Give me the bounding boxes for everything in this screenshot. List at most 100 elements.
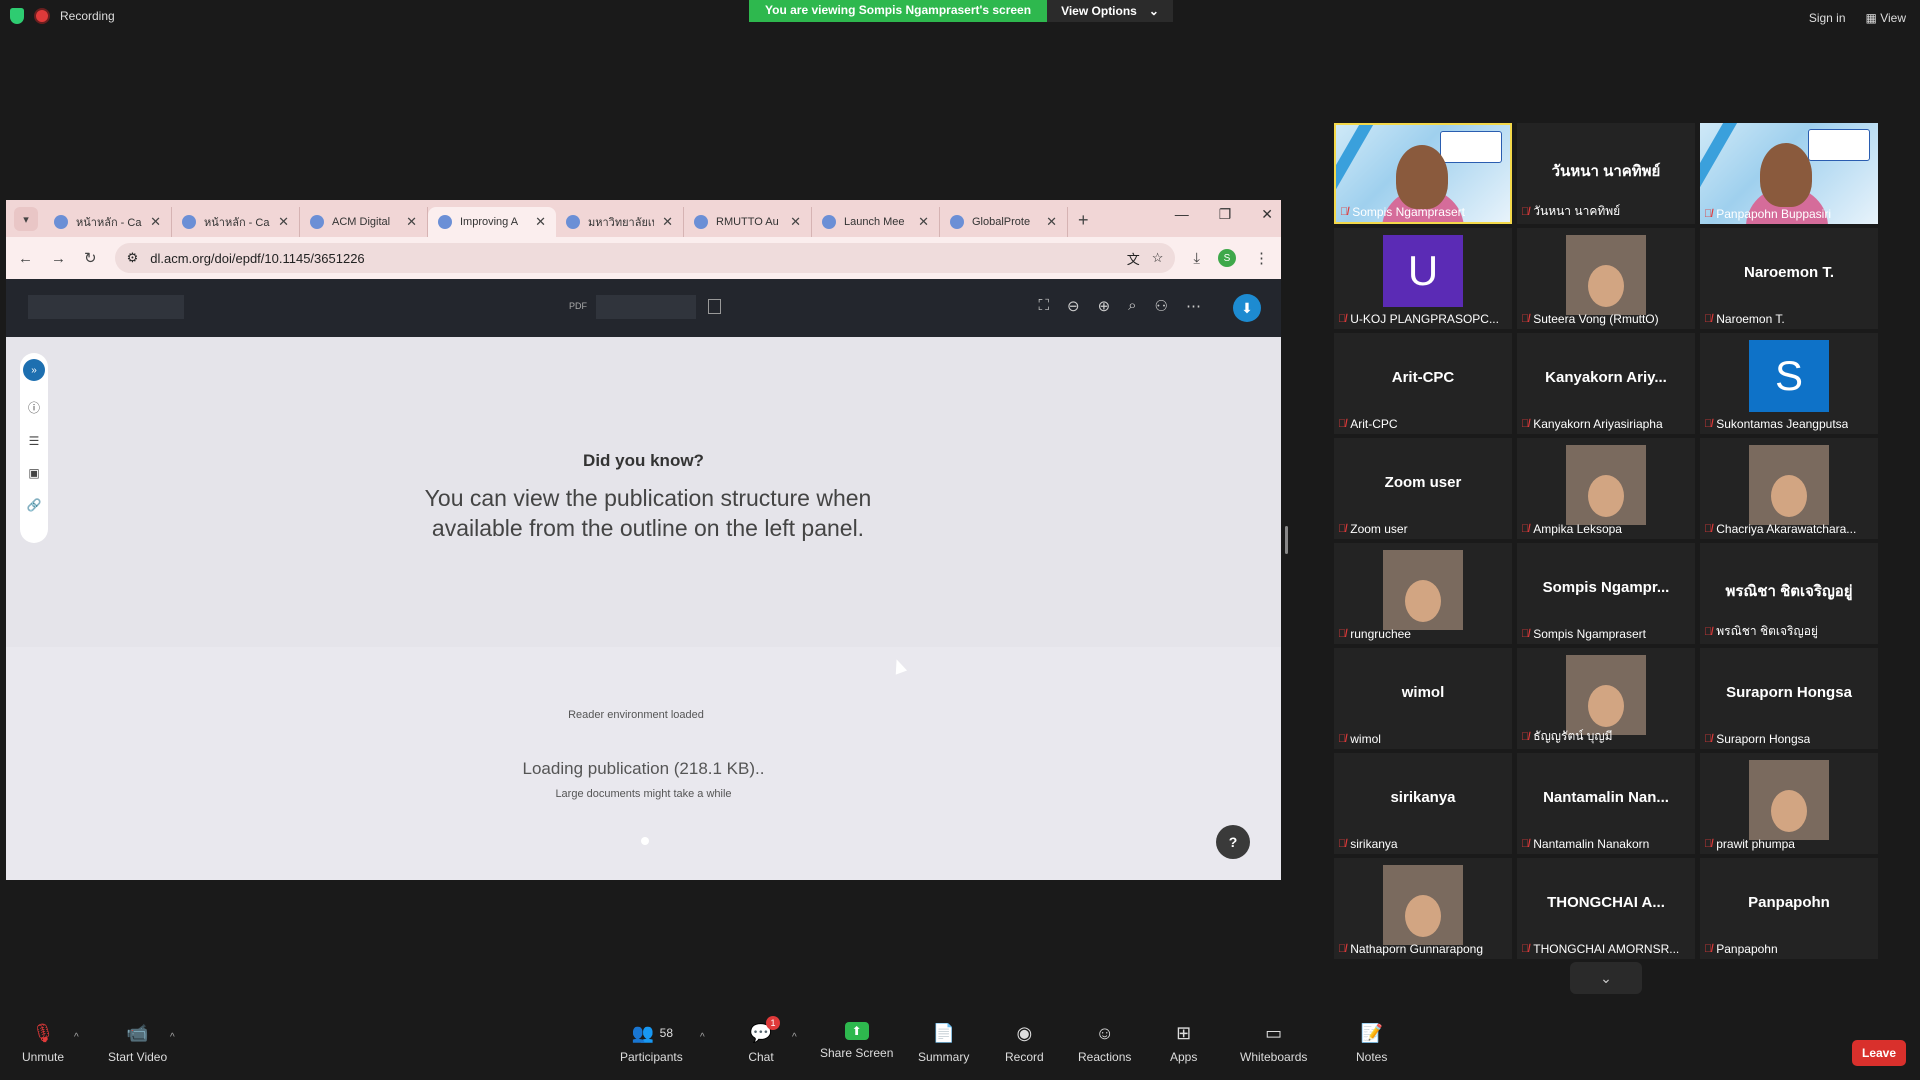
- translate-icon[interactable]: 文: [1127, 249, 1140, 268]
- recording-indicator[interactable]: Recording: [10, 8, 115, 24]
- window-controls: — ❐ ✕: [1175, 206, 1273, 223]
- browser-tab[interactable]: ACM Digital ✕: [300, 207, 428, 237]
- site-info-icon[interactable]: ⚙: [127, 250, 139, 266]
- participant-name-label: 🎙̸ Kanyakorn Ariyasiriapha: [1521, 417, 1663, 431]
- sign-in-button[interactable]: Sign in: [1809, 11, 1846, 25]
- unmute-button[interactable]: 🎙 Unmute: [22, 1022, 65, 1065]
- link-icon[interactable]: 🔗: [27, 498, 42, 512]
- close-tab-icon[interactable]: ✕: [790, 214, 801, 230]
- participant-tile[interactable]: Kanyakorn Ariy... 🎙̸ Kanyakorn Ariyasiriap…: [1517, 333, 1695, 434]
- unmute-label: Unmute: [22, 1050, 65, 1064]
- share-icon[interactable]: ⚇: [1155, 297, 1168, 315]
- search-icon[interactable]: ⌕: [1128, 297, 1136, 315]
- download-icon[interactable]: ⤓: [1193, 250, 1200, 267]
- participant-tile[interactable]: Zoom user 🎙̸ Zoom user: [1334, 438, 1512, 539]
- participant-name-label: 🎙̸ Suteera Vong (RmuttO): [1521, 312, 1659, 326]
- tab-search-icon[interactable]: ▾: [14, 207, 38, 231]
- participant-tile[interactable]: 🎙̸ Suteera Vong (RmuttO): [1517, 228, 1695, 329]
- participant-tile[interactable]: 🎙̸ Chacriya Akarawatchara...: [1700, 438, 1878, 539]
- video-options-caret-icon[interactable]: ^: [170, 1032, 175, 1043]
- leave-button[interactable]: Leave: [1852, 1040, 1906, 1066]
- more-menu-icon[interactable]: ⋮: [1254, 249, 1269, 267]
- browser-tab[interactable]: RMUTTO Au ✕: [684, 207, 812, 237]
- browser-tab[interactable]: GlobalProte ✕: [940, 207, 1068, 237]
- browser-tab[interactable]: หน้าหลัก - Ca ✕: [172, 207, 300, 237]
- whiteboards-button[interactable]: ▭ Whiteboards: [1240, 1022, 1307, 1065]
- participant-tile[interactable]: Naroemon T. 🎙̸ Naroemon T.: [1700, 228, 1878, 329]
- participant-tile[interactable]: 🎙̸ prawit phumpa: [1700, 753, 1878, 854]
- close-tab-icon[interactable]: ✕: [1046, 214, 1057, 230]
- participant-name-label: 🎙̸ Naroemon T.: [1704, 312, 1785, 326]
- expand-panel-icon[interactable]: »: [23, 359, 45, 381]
- participant-avatar: U: [1383, 235, 1463, 307]
- tab-title: มหาวิทยาลัยเท: [588, 217, 655, 229]
- summary-button[interactable]: 📄 Summary: [918, 1022, 969, 1065]
- document-icon[interactable]: [708, 299, 721, 314]
- participant-tile[interactable]: 🎙̸ ธัญญรัตน์ บุญมี: [1517, 648, 1695, 749]
- participant-tile[interactable]: 🎙̸ Ampika Leksopa: [1517, 438, 1695, 539]
- participant-tile[interactable]: Arit-CPC 🎙̸ Arit-CPC: [1334, 333, 1512, 434]
- browser-tab[interactable]: หน้าหลัก - Ca ✕: [44, 207, 172, 237]
- close-tab-icon[interactable]: ✕: [918, 214, 929, 230]
- share-screen-button[interactable]: ⬆ Share Screen: [820, 1022, 893, 1060]
- bookmark-star-icon[interactable]: ☆: [1152, 250, 1164, 266]
- close-window-icon[interactable]: ✕: [1261, 206, 1273, 223]
- minimize-icon[interactable]: —: [1175, 206, 1189, 223]
- url-field[interactable]: ⚙ dl.acm.org/doi/epdf/10.1145/3651226 文 …: [114, 243, 1176, 273]
- participant-tile[interactable]: Nantamalin Nan... 🎙̸ Nantamalin Nanakorn: [1517, 753, 1695, 854]
- participant-tile[interactable]: THONGCHAI A... 🎙̸ THONGCHAI AMORNSR...: [1517, 858, 1695, 959]
- participants-caret-icon[interactable]: ^: [700, 1032, 705, 1043]
- page-number-field[interactable]: [596, 295, 696, 319]
- start-video-button[interactable]: 📹 Start Video: [108, 1022, 167, 1065]
- close-tab-icon[interactable]: ✕: [278, 214, 289, 230]
- browser-tab[interactable]: Launch Mee ✕: [812, 207, 940, 237]
- help-button[interactable]: ?: [1216, 825, 1250, 859]
- view-button[interactable]: ▦ View: [1866, 11, 1906, 25]
- apps-button[interactable]: ⊞ Apps: [1170, 1022, 1197, 1065]
- record-button[interactable]: ◉ Record: [1005, 1022, 1044, 1065]
- chat-button[interactable]: 💬 1 Chat: [748, 1016, 780, 1064]
- close-tab-icon[interactable]: ✕: [535, 214, 546, 230]
- participant-tile[interactable]: 🎙̸ Nathaporn Gunnarapong: [1334, 858, 1512, 959]
- zoom-out-icon[interactable]: ⊖: [1067, 297, 1080, 315]
- forward-icon[interactable]: →: [51, 250, 66, 267]
- participant-tile[interactable]: 🎙̸ rungruchee: [1334, 543, 1512, 644]
- participant-display-name: Panpapohn: [1748, 894, 1830, 911]
- info-icon[interactable]: ⓘ: [28, 399, 40, 416]
- participant-tile[interactable]: S 🎙̸ Sukontamas Jeangputsa: [1700, 333, 1878, 434]
- participant-tile[interactable]: Sompis Ngampr... 🎙̸ Sompis Ngamprasert: [1517, 543, 1695, 644]
- participant-tile[interactable]: wimol 🎙̸ wimol: [1334, 648, 1512, 749]
- outline-icon[interactable]: ☰: [29, 434, 40, 448]
- reload-icon[interactable]: ↻: [84, 249, 97, 267]
- fullscreen-icon[interactable]: ⛶: [1038, 297, 1049, 315]
- more-icon[interactable]: ⋯: [1186, 297, 1201, 315]
- notes-button[interactable]: 📝 Notes: [1356, 1022, 1387, 1065]
- panel-resize-handle[interactable]: [1285, 526, 1288, 554]
- participant-tile[interactable]: Panpapohn 🎙̸ Panpapohn: [1700, 858, 1878, 959]
- close-tab-icon[interactable]: ✕: [662, 214, 673, 230]
- participant-tile[interactable]: พรณิชา ชิตเจริญอยู่ 🎙̸ พรณิชา ชิตเจริญอยู่: [1700, 543, 1878, 644]
- browser-tab[interactable]: Improving A ✕: [428, 207, 556, 237]
- profile-avatar[interactable]: S: [1218, 249, 1236, 267]
- pdf-download-icon[interactable]: ⬇: [1233, 294, 1261, 322]
- participant-tile[interactable]: 🎙̸ Panpapohn Buppasiri: [1700, 123, 1878, 224]
- participant-tile[interactable]: Suraporn Hongsa 🎙̸ Suraporn Hongsa: [1700, 648, 1878, 749]
- participant-tile[interactable]: U 🎙̸ U-KOJ PLANGPRASOPC...: [1334, 228, 1512, 329]
- participant-tile[interactable]: sirikanya 🎙̸ sirikanya: [1334, 753, 1512, 854]
- restore-icon[interactable]: ❐: [1219, 206, 1232, 223]
- browser-tab[interactable]: มหาวิทยาลัยเท ✕: [556, 207, 684, 237]
- close-tab-icon[interactable]: ✕: [150, 214, 161, 230]
- close-tab-icon[interactable]: ✕: [406, 214, 417, 230]
- view-options-label: View Options: [1061, 4, 1137, 18]
- chat-caret-icon[interactable]: ^: [792, 1032, 797, 1043]
- zoom-in-icon[interactable]: ⊕: [1098, 297, 1111, 315]
- view-options-button[interactable]: View Options ⌄: [1047, 0, 1173, 22]
- participant-tile[interactable]: 🎙̸ Sompis Ngamprasert: [1334, 123, 1512, 224]
- audio-options-caret-icon[interactable]: ^: [74, 1032, 79, 1043]
- new-tab-icon[interactable]: +: [1078, 210, 1089, 231]
- gallery-next-page-icon[interactable]: ⌄: [1570, 962, 1642, 994]
- participant-tile[interactable]: วันหนา นาคทิพย์ 🎙̸ วันหนา นาคทิพย์: [1517, 123, 1695, 224]
- back-icon[interactable]: ←: [18, 250, 33, 267]
- reactions-button[interactable]: ☺ Reactions: [1078, 1022, 1131, 1065]
- participants-button[interactable]: 👥 58 Participants: [620, 1022, 683, 1065]
